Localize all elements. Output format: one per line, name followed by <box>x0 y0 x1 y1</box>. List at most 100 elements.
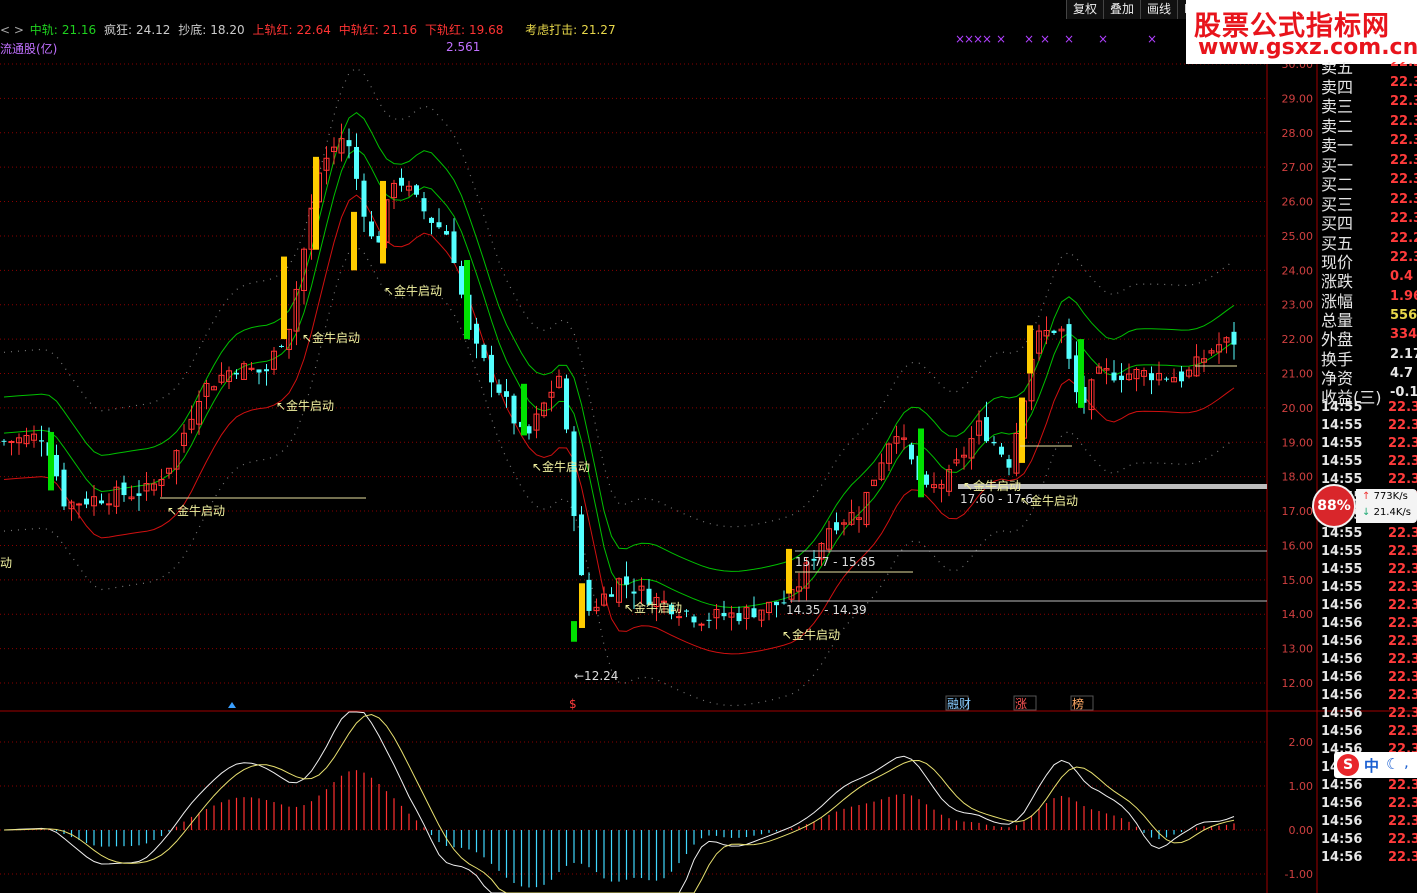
quote-label: 14:55 <box>1321 562 1363 577</box>
bear-signal-bar <box>918 428 924 498</box>
price-tick-label: 19.00 <box>1282 436 1314 449</box>
draw-line-button[interactable]: 画线 <box>1140 0 1178 19</box>
candle-body-down <box>624 576 629 585</box>
quote-label: 14:56 <box>1321 706 1363 721</box>
candle-body-down <box>264 369 269 372</box>
event-marker: 涨 <box>1015 696 1027 711</box>
candle-body-down <box>1231 331 1237 345</box>
quote-label: 14:55 <box>1321 454 1363 469</box>
kline-chart-area[interactable]: ↖金牛启动 ↖金牛启动 ↖金牛启动 ↖金牛启动 ↖金牛启动 ↖金牛启动 ↖金牛启动 ↖金牛启动… <box>0 0 1417 893</box>
bear-signal-bar <box>48 431 54 491</box>
candle-body-down <box>451 231 457 263</box>
tick-row: 14:56 22.3 <box>1318 724 1417 742</box>
candle-body-down <box>489 354 494 383</box>
quote-label: 14:56 <box>1321 652 1363 667</box>
candle-body-down <box>706 619 712 621</box>
order-book-row: 卖五22.3 <box>1318 62 1417 77</box>
order-book-row: 卖二22.3 <box>1318 113 1417 136</box>
marker-x: × <box>1064 32 1074 46</box>
mid-red-value: 21.16 <box>382 23 418 37</box>
order-book-row: 买二22.3 <box>1318 171 1417 194</box>
dollar-marker-icon: $ <box>569 697 577 711</box>
quote-value: 1.96 <box>1390 288 1417 304</box>
up-arrow-icon: ↑ <box>1362 491 1371 502</box>
order-book-row: 卖四22.3 <box>1318 74 1417 97</box>
ime-toolbar[interactable]: S 中 ☾ , <box>1334 752 1417 778</box>
middle-band-line <box>3 148 1235 609</box>
marker-x: × <box>1098 32 1108 46</box>
candle-body-down <box>586 579 592 611</box>
quote-value: 22.3 <box>1388 796 1417 811</box>
overlay-button[interactable]: 叠加 <box>1103 0 1141 19</box>
down-arrow-icon: ↓ <box>1362 507 1371 518</box>
bull-signal-bar <box>313 156 319 250</box>
quote-value: 22.3 <box>1388 598 1417 613</box>
restore-right-button[interactable]: 复权 <box>1066 0 1104 19</box>
order-book-row: 买五22.2 <box>1318 230 1417 253</box>
marker-x: × <box>1147 32 1157 46</box>
tick-row: 14:55 22.3 <box>1318 400 1417 418</box>
event-triangle-icon <box>228 702 236 708</box>
candle-body-down <box>691 616 697 623</box>
quote-label: 14:55 <box>1321 400 1363 415</box>
stat-row: 现价22.3 <box>1318 249 1417 272</box>
candle-body-up <box>698 623 705 626</box>
low-price-label: ←12.24 <box>574 669 618 683</box>
candle-body-down <box>999 446 1004 455</box>
marker-x: × <box>982 32 992 46</box>
speed-percent[interactable]: 88% <box>1312 484 1356 528</box>
quote-label: 14:56 <box>1321 724 1363 739</box>
quote-label: 14:56 <box>1321 670 1363 685</box>
brand-watermark: 股票公式指标网 www.gsxz.com.cn <box>1186 0 1417 64</box>
quote-value: 22.3 <box>1390 191 1417 207</box>
candle-body-down <box>909 444 914 460</box>
candle-body-down <box>61 469 67 507</box>
quote-label: 14:56 <box>1321 832 1363 847</box>
candle-body-down <box>1164 378 1169 380</box>
quote-value: 22.3 <box>1388 706 1417 721</box>
lower-red-label: 下轨红: <box>424 23 465 37</box>
price-range-label: 15.77 - 15.85 <box>795 555 876 569</box>
punctuation-icon[interactable]: , <box>1404 753 1409 771</box>
candle-body-up <box>676 616 682 619</box>
candle-body-down <box>361 180 367 217</box>
macd-tick-label: 2.00 <box>1289 736 1314 749</box>
ime-language-toggle[interactable]: 中 <box>1364 755 1379 776</box>
sogou-logo-icon[interactable]: S <box>1337 754 1359 776</box>
candle-body-down <box>721 612 727 617</box>
candle-body-down <box>39 440 44 442</box>
network-speed-widget[interactable]: 88% ↑ 773K/s ↓ 21.4K/s <box>1312 484 1417 528</box>
bull-start-label: ↖金牛启动 <box>624 600 682 615</box>
candle-body-up <box>8 440 15 443</box>
download-speed: ↓ 21.4K/s <box>1362 507 1411 518</box>
candle-body-down <box>99 500 104 504</box>
tick-row: 14:56 22.3 <box>1318 688 1417 706</box>
candle-body-up <box>106 503 112 506</box>
quote-value: 22.3 <box>1388 562 1417 577</box>
bull-start-label: ↖金牛启动 <box>302 330 360 345</box>
candle-body-down <box>84 498 89 505</box>
candle-body-down <box>421 198 427 212</box>
moon-icon[interactable]: ☾ <box>1386 755 1399 773</box>
upload-speed: ↑ 773K/s <box>1362 491 1408 502</box>
nav-arrows[interactable]: < > <box>0 23 24 37</box>
quote-value: 22.3 <box>1390 133 1417 148</box>
quote-label: 14:55 <box>1321 436 1363 451</box>
marker-x: × <box>1024 32 1034 46</box>
candle-body-down <box>751 608 757 618</box>
tick-row: 14:55 22.3 <box>1318 544 1417 562</box>
quote-label: 14:55 <box>1321 418 1363 433</box>
price-range-label: 17.60 - 17.6 <box>960 492 1033 506</box>
price-tick-label: 23.00 <box>1282 299 1314 312</box>
quote-label: 14:55 <box>1321 580 1363 595</box>
candle-body-down <box>631 591 637 594</box>
candle-body-down <box>481 344 487 358</box>
candle-body-down <box>234 372 239 375</box>
candle-body-down <box>459 266 464 295</box>
quote-value: 2.17 <box>1390 346 1417 362</box>
candle-body-down <box>369 221 374 237</box>
quote-value: 22.3 <box>1390 113 1417 129</box>
quote-value: 22.3 <box>1390 94 1417 109</box>
quote-value: 22.3 <box>1390 152 1417 168</box>
tick-row: 14:55 22.3 <box>1318 454 1417 472</box>
